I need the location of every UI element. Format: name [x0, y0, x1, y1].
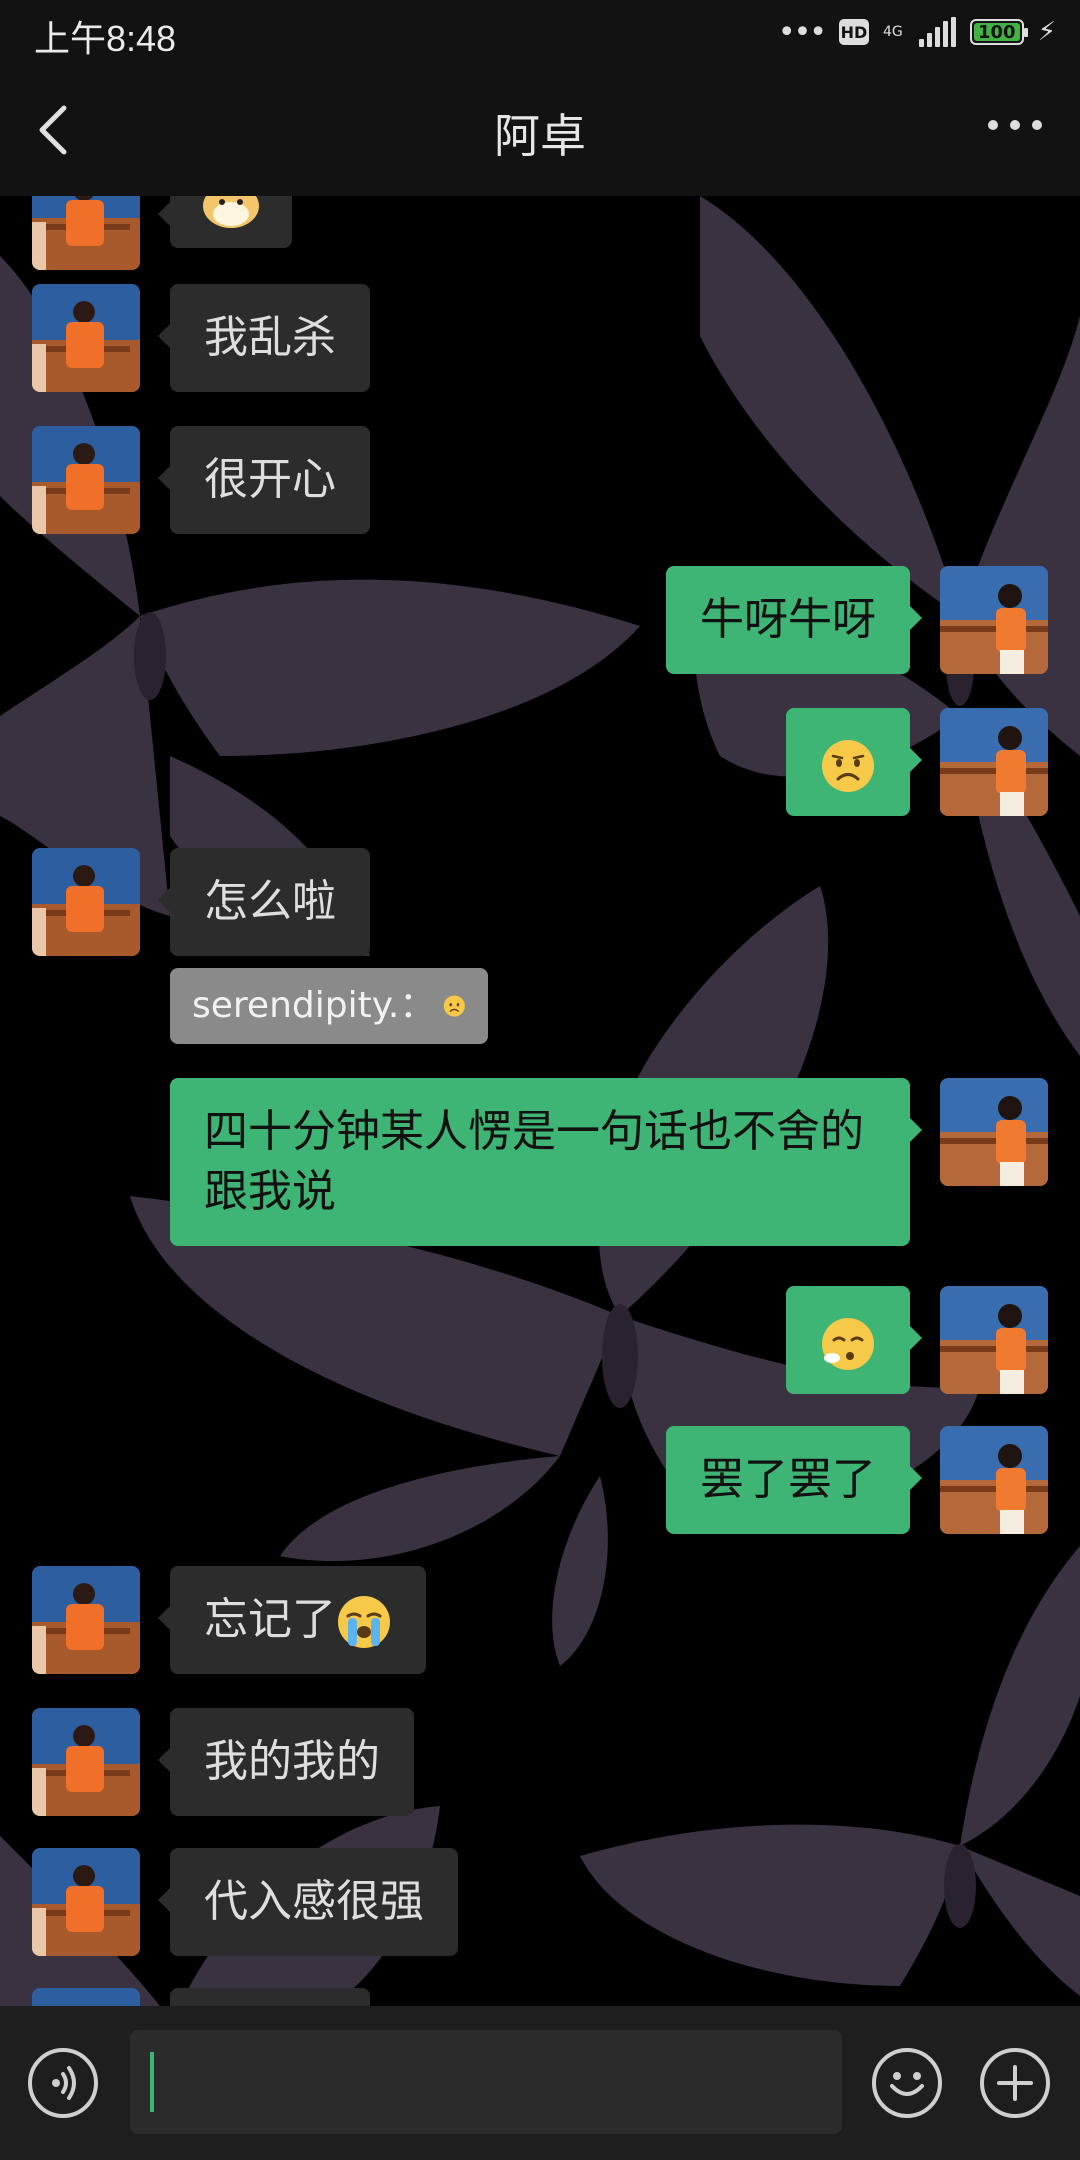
status-icons: ••• HD 4G 100 ⚡	[778, 14, 1056, 50]
emoji-bubble[interactable]	[786, 1286, 922, 1394]
battery-icon: 100	[969, 19, 1028, 45]
my-avatar[interactable]	[940, 708, 1048, 816]
my-avatar[interactable]	[940, 566, 1048, 674]
hd-icon: HD	[838, 19, 869, 45]
contact-avatar[interactable]	[32, 848, 140, 956]
chat-area[interactable]: 我乱杀 很开心 牛呀牛呀 怎么啦 serendipity.： 四十分钟某人愣是一…	[0, 196, 1080, 2006]
input-bar	[0, 2006, 1080, 2160]
message-bubble[interactable]: 忘记了	[158, 1566, 426, 1674]
add-more-button[interactable]	[980, 2048, 1050, 2118]
status-bar: 上午8:48 ••• HD 4G 100 ⚡	[0, 0, 1080, 64]
message-input[interactable]	[130, 2030, 842, 2134]
my-avatar[interactable]	[940, 1426, 1048, 1534]
more-notifications-icon: •••	[777, 14, 827, 50]
network-type: 4G	[882, 24, 903, 40]
chat-title: 阿卓	[494, 109, 586, 163]
message-bubble[interactable]: 怎么啦	[158, 848, 370, 956]
my-avatar[interactable]	[940, 1078, 1048, 1186]
dog-sticker-icon	[203, 196, 259, 228]
battery-level: 100	[977, 21, 1016, 43]
contact-avatar[interactable]	[32, 284, 140, 392]
emoji-button[interactable]	[872, 2048, 942, 2118]
quote-text: serendipity.：	[192, 985, 436, 1026]
status-time: 上午8:48	[34, 18, 177, 59]
contact-avatar[interactable]	[32, 1566, 140, 1674]
more-options-button[interactable]	[988, 120, 1042, 130]
emoji-bubble[interactable]	[786, 708, 922, 816]
charging-icon: ⚡	[1037, 17, 1056, 47]
message-bubble[interactable]: 代入感很强	[158, 1848, 458, 1956]
message-bubble[interactable]: 四十分钟某人愣是一句话也不舍的跟我说	[170, 1078, 922, 1246]
chat-header: 阿卓	[0, 64, 1080, 196]
message-bubble[interactable]: 我乱杀	[158, 284, 370, 392]
frowning-face-icon	[444, 995, 466, 1017]
text-cursor	[150, 2052, 154, 2112]
contact-avatar[interactable]	[32, 1708, 140, 1816]
my-avatar[interactable]	[940, 1286, 1048, 1394]
quoted-message[interactable]: serendipity.：	[170, 968, 488, 1044]
message-bubble[interactable]: 很开心	[158, 426, 370, 534]
message-text: 忘记了	[204, 1594, 336, 1645]
plus-icon	[997, 2065, 1033, 2101]
message-bubble[interactable]: 我的我的	[158, 1708, 414, 1816]
message-bubble[interactable]	[170, 1988, 370, 2006]
exhaling-face-icon	[822, 1318, 874, 1370]
contact-avatar[interactable]	[32, 1848, 140, 1956]
message-bubble[interactable]: 牛呀牛呀	[666, 566, 922, 674]
voice-input-button[interactable]	[28, 2048, 98, 2118]
frowning-face-icon	[822, 740, 874, 792]
message-bubble[interactable]: 罢了罢了	[666, 1426, 922, 1534]
loudly-crying-face-icon	[338, 1596, 390, 1648]
smiley-icon	[890, 2072, 924, 2096]
signal-icon	[918, 17, 956, 47]
voice-icon	[52, 2066, 76, 2100]
contact-avatar[interactable]	[32, 1988, 140, 2006]
contact-avatar[interactable]	[32, 196, 140, 270]
contact-avatar[interactable]	[32, 426, 140, 534]
sticker-bubble[interactable]	[158, 196, 292, 248]
